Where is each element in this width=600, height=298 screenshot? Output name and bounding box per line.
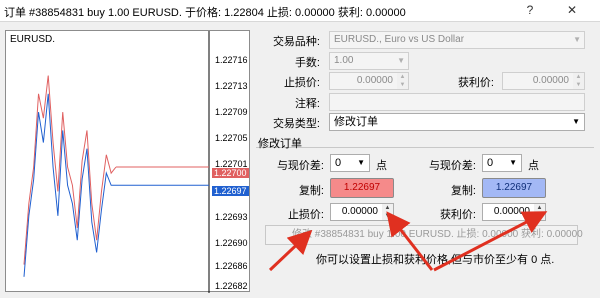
order-dialog: EURUSD. 1.22716 1.22713 1.22709 1.22705 … [0,22,600,298]
bid-price-tag: 1.22697 [212,186,249,196]
y-tick-label: 1.22682 [215,281,248,291]
group-divider [256,147,594,148]
spin-arrows-icon[interactable]: ▲ ▼ [397,72,409,90]
sl-copy-label: 复制: [298,185,324,197]
tp-diff-value: 0 [487,157,494,169]
ask-price-tag: 1.22700 [212,168,249,178]
y-tick-label: 1.22690 [215,238,248,248]
sl-price-label: 止损价: [287,209,324,221]
spin-arrows-icon[interactable]: ▲ ▼ [382,203,394,221]
hint-text: 你可以设置止损和获利价格,但与市价至少有 0 点. [316,254,555,266]
chevron-down-icon: ▼ [573,35,581,44]
symbol-select[interactable]: EURUSD., Euro vs US Dollar ▼ [329,31,585,49]
modify-order-button[interactable]: 修改 #38854831 buy 1.00 EURUSD. 止损: 0.0000… [265,225,583,245]
volume-value: 1.00 [334,55,354,66]
volume-label: 手数: [294,57,320,69]
chart-symbol-label: EURUSD. [10,34,56,45]
chevron-down-icon: ▼ [509,158,517,167]
volume-select[interactable]: 1.00 ▼ [329,52,409,70]
stop-loss-label: 止损价: [283,77,320,89]
take-profit-value: 0.00000 [502,72,574,90]
tp-price-value: 0.00000 [482,203,535,221]
title-bar: 订单 #38854831 buy 1.00 EURUSD. 于价格: 1.228… [0,0,600,22]
order-type-select[interactable]: 修改订单 ▼ [329,113,585,131]
sl-diff-label: 与现价差: [276,160,324,172]
y-tick-label: 1.22709 [215,107,248,117]
spin-arrows-icon[interactable]: ▲ ▼ [534,203,546,221]
sl-diff-value: 0 [335,157,342,169]
take-profit-input[interactable]: 0.00000 ▲ ▼ [502,72,585,90]
symbol-label: 交易品种: [272,36,320,48]
take-profit-label: 获利价: [457,77,494,89]
stop-loss-input[interactable]: 0.00000 ▲ ▼ [329,72,409,90]
y-tick-label: 1.22693 [215,212,248,222]
tp-diff-select[interactable]: 0 ▼ [482,154,522,172]
sl-copy-button[interactable]: 1.22697 [330,178,394,198]
tp-copy-label: 复制: [450,185,476,197]
chevron-down-icon: ▼ [357,158,365,167]
y-tick-label: 1.22713 [215,81,248,91]
comment-label: 注释: [294,98,320,110]
window-title: 订单 #38854831 buy 1.00 EURUSD. 于价格: 1.228… [4,7,406,19]
tp-copy-button[interactable]: 1.22697 [482,178,546,198]
price-chart: EURUSD. 1.22716 1.22713 1.22709 1.22705 … [5,30,250,293]
symbol-value: EURUSD., Euro vs US Dollar [334,34,465,45]
close-button[interactable]: ✕ [552,1,592,19]
y-tick-label: 1.22716 [215,55,248,65]
modify-group-title: 修改订单 [258,138,302,150]
tp-price-label: 获利价: [439,209,476,221]
y-tick-label: 1.22705 [215,133,248,143]
price-series-line [23,75,117,265]
tp-price-input[interactable]: 0.00000 ▲ ▼ [482,203,546,221]
help-button[interactable]: ? [516,1,544,19]
spin-arrows-icon[interactable]: ▲ ▼ [573,72,585,90]
chevron-down-icon: ▼ [397,56,405,65]
order-type-value: 修改订单 [334,116,378,128]
sl-diff-select[interactable]: 0 ▼ [330,154,370,172]
sl-diff-unit: 点 [376,160,387,172]
sl-price-input[interactable]: 0.00000 ▲ ▼ [330,203,394,221]
order-type-label: 交易类型: [272,118,320,130]
y-tick-label: 1.22686 [215,261,248,271]
stop-loss-value: 0.00000 [329,72,398,90]
chevron-down-icon: ▼ [572,117,580,126]
tp-diff-label: 与现价差: [428,160,476,172]
comment-input[interactable] [329,93,585,111]
tp-diff-unit: 点 [528,160,539,172]
sl-price-value: 0.00000 [330,203,383,221]
